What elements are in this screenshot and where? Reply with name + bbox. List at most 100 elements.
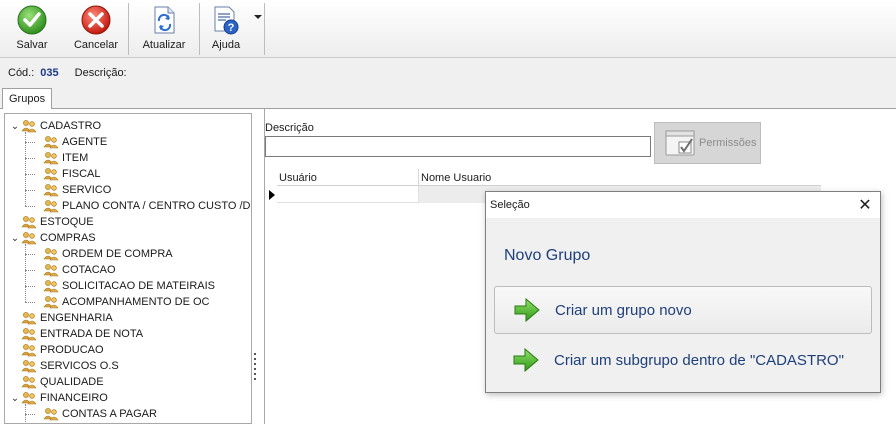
tree-item-label: QUALIDADE (40, 376, 104, 388)
dialog-titlebar: Seleção ✕ (486, 192, 880, 218)
save-button[interactable]: Salvar (0, 0, 64, 58)
help-icon: ? (210, 4, 242, 36)
tree-item[interactable]: ENGENHARIA (9, 310, 113, 326)
tree-item[interactable]: AGENTE (31, 134, 107, 150)
tree-expand-icon[interactable]: ⌄ (9, 393, 21, 404)
group-icon (21, 232, 37, 245)
tree-connector (25, 254, 35, 255)
cancel-icon (80, 4, 112, 36)
tree-item[interactable]: ⌄ COMPRAS (9, 230, 96, 246)
tree-item-label: FISCAL (62, 168, 101, 180)
tree-item[interactable]: COTACAO (31, 262, 116, 278)
tree-connector (25, 286, 35, 287)
tree-item-label: PLANO CONTA / CENTRO CUSTO /DEF (62, 200, 252, 212)
help-dropdown-arrow[interactable] (252, 0, 264, 58)
group-tree[interactable]: ⌄ CADASTRO AGENTE ITEM FISCAL SERVICO PLANO CO… (4, 113, 252, 424)
group-icon (21, 312, 37, 325)
refresh-button[interactable]: Atualizar (129, 0, 199, 58)
help-button[interactable]: ? Ajuda (200, 0, 252, 58)
tree-item-label: CADASTRO (40, 120, 102, 132)
group-icon (43, 152, 59, 165)
tree-connector (25, 142, 35, 143)
code-label: Cód.: (8, 67, 35, 79)
tree-item-label: COTACAO (62, 264, 116, 276)
toolbar-separator (264, 3, 265, 55)
group-icon (43, 280, 59, 293)
tree-item[interactable]: PLANO CONTA / CENTRO CUSTO /DEF (31, 198, 252, 214)
tree-item-label: SOLICITACAO DE MATEIRAIS (62, 280, 216, 292)
tree-item[interactable]: SERVICO (31, 182, 111, 198)
refresh-icon (148, 4, 180, 36)
tree-connector (25, 404, 26, 423)
tree-connector (25, 174, 35, 175)
check-icon (16, 4, 48, 36)
splitter-handle[interactable] (254, 353, 257, 380)
tree-connector (25, 244, 26, 302)
tree-item-label: FINANCEIRO (40, 392, 108, 404)
row-indicator-icon (269, 190, 275, 200)
create-subgroup-option[interactable]: Criar um subgrupo dentro de "CADASTRO" (494, 336, 872, 384)
dialog-heading: Novo Grupo (504, 247, 591, 264)
group-icon (21, 344, 37, 357)
tree-item-label: CONTAS A PAGAR (62, 408, 157, 420)
grid-header: Usuário Nome Usuario (277, 169, 821, 186)
tree-item-label: SERVICO (62, 184, 112, 196)
tree-item[interactable]: PRODUCAO (9, 342, 104, 358)
permissions-icon (665, 130, 695, 156)
description-input[interactable] (265, 136, 651, 157)
group-icon (43, 408, 59, 421)
tree-item[interactable]: ENTRADA DE NOTA (9, 326, 143, 342)
tree-connector (25, 206, 35, 207)
tree-connector (25, 190, 35, 191)
column-header-usuario[interactable]: Usuário (277, 169, 419, 186)
tree-item-label: ACOMPANHAMENTO DE OC (62, 296, 210, 308)
tree-item[interactable]: ESTOQUE (9, 214, 94, 230)
group-icon (21, 328, 37, 341)
tree-item-label: SERVICOS O.S (40, 360, 119, 372)
arrow-right-icon (514, 297, 540, 323)
tree-item[interactable]: CONTAS A PAGAR (31, 406, 157, 422)
group-icon (43, 184, 59, 197)
record-header: Cód.: 035 Descrição: (0, 59, 896, 87)
tree-item-label: PRODUCAO (40, 344, 104, 356)
create-group-option[interactable]: Criar um grupo novo (494, 286, 872, 334)
tree-item-label: ESTOQUE (40, 216, 94, 228)
tree-item[interactable]: SOLICITACAO DE MATEIRAIS (31, 278, 215, 294)
tree-item[interactable]: QUALIDADE (9, 374, 104, 390)
cancel-button[interactable]: Cancelar (64, 0, 128, 58)
save-label: Salvar (16, 39, 48, 51)
tree-expand-icon[interactable]: ⌄ (9, 121, 21, 132)
cell-usuario[interactable] (277, 186, 419, 203)
tree-item[interactable]: ⌄ CADASTRO (9, 118, 101, 134)
tree-item-label: ENGENHARIA (40, 312, 113, 324)
cancel-label: Cancelar (73, 39, 119, 51)
group-icon (43, 296, 59, 309)
tab-strip: Grupos (0, 87, 896, 110)
group-icon (21, 376, 37, 389)
tree-connector (25, 302, 35, 303)
tree-item[interactable]: ITEM (31, 150, 88, 166)
group-icon (21, 120, 37, 133)
tree-item[interactable]: FISCAL (31, 166, 101, 182)
tab-grupos[interactable]: Grupos (2, 88, 53, 110)
tree-connector (25, 158, 35, 159)
close-icon[interactable]: ✕ (850, 192, 880, 218)
tree-item[interactable]: ⌄ FINANCEIRO (9, 390, 108, 406)
column-header-nome-usuario[interactable]: Nome Usuario (419, 169, 821, 186)
permissions-button[interactable]: Permissões (654, 122, 761, 164)
tree-item[interactable]: ORDEM DE COMPRA (31, 246, 173, 262)
group-icon (43, 248, 59, 261)
tree-item[interactable]: ACOMPANHAMENTO DE OC (31, 294, 210, 310)
permissions-label: Permissões (699, 137, 757, 149)
group-icon (43, 168, 59, 181)
tree-expand-icon[interactable]: ⌄ (9, 233, 21, 244)
tree-item[interactable]: SERVICOS O.S (9, 358, 119, 374)
group-icon (21, 392, 37, 405)
tree-item-label: ENTRADA DE NOTA (40, 328, 144, 340)
group-icon (43, 136, 59, 149)
svg-text:?: ? (228, 22, 235, 34)
description-label: Descrição (265, 122, 314, 134)
tree-connector (25, 270, 35, 271)
create-group-label: Criar um grupo novo (555, 301, 692, 319)
create-subgroup-label: Criar um subgrupo dentro de "CADASTRO" (554, 351, 844, 369)
